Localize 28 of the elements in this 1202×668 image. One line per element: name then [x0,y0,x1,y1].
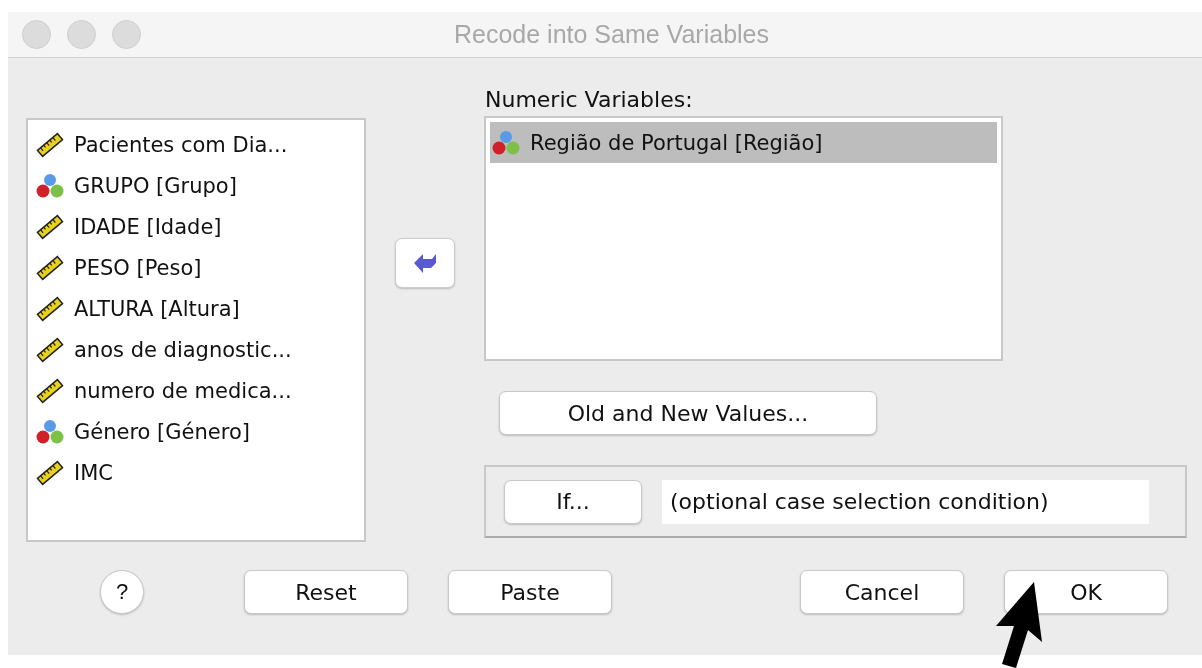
if-button[interactable]: If... [504,479,642,524]
variable-item[interactable]: numero de medica... [34,370,358,411]
help-button[interactable]: ? [100,570,144,614]
three-balls-icon [36,171,64,200]
paste-button[interactable]: Paste [448,570,612,614]
ok-button[interactable]: OK [1004,570,1168,614]
variable-item[interactable]: Região de Portugal [Região] [490,122,997,163]
window-control-icon[interactable] [112,20,141,49]
variable-item[interactable]: IDADE [Idade] [34,206,358,247]
condition-field: (optional case selection condition) [662,479,1149,524]
window-control-icon[interactable] [67,20,96,49]
list-label: Numeric Variables: [485,86,693,114]
variable-item[interactable]: PESO [Peso] [34,247,358,288]
cancel-button[interactable]: Cancel [800,570,964,614]
old-and-new-values-button[interactable]: Old and New Values... [499,391,877,435]
variable-item[interactable]: anos de diagnostic... [34,329,358,370]
three-balls-icon [36,417,64,446]
reset-button[interactable]: Reset [244,570,408,614]
variable-item[interactable]: GRUPO [Grupo] [34,165,358,206]
arrow-icon [412,252,438,274]
three-balls-icon [492,128,520,157]
window-control-icon[interactable] [22,20,51,49]
variable-item[interactable]: Género [Género] [34,411,358,452]
variable-item[interactable]: IMC [34,452,358,493]
move-button[interactable] [395,238,455,288]
variable-item[interactable]: ALTURA [Altura] [34,288,358,329]
window-title: Recode into Same Variables [453,20,770,49]
variable-item[interactable]: Pacientes com Dia... [34,124,358,165]
